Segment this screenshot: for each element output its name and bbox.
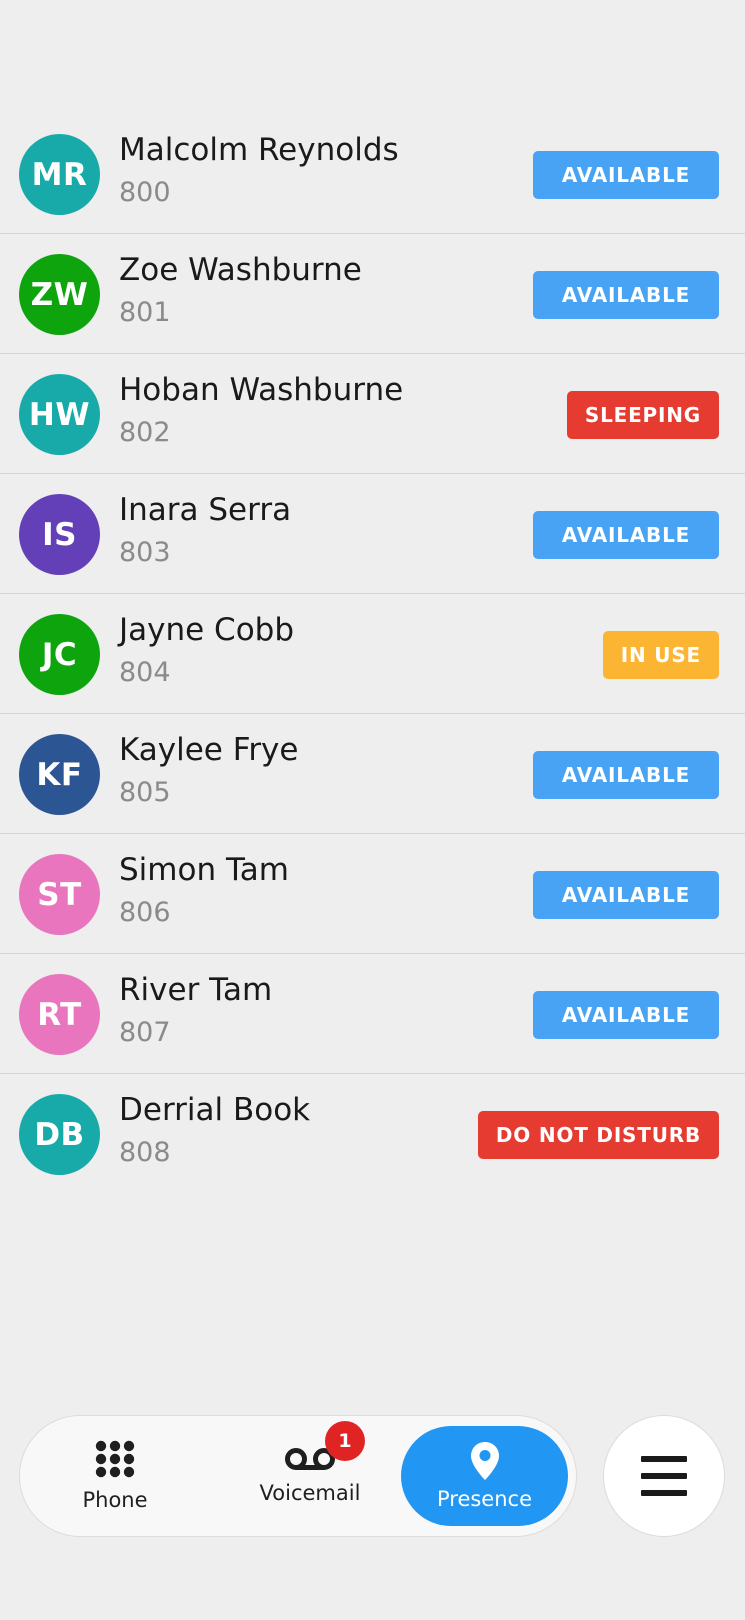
- tab-voicemail-label: Voicemail: [259, 1480, 361, 1505]
- contact-row[interactable]: HW Hoban Washburne 802 SLEEPING: [0, 354, 745, 474]
- avatar: DB: [19, 1094, 100, 1175]
- avatar: ST: [19, 854, 100, 935]
- contact-name: Kaylee Frye: [119, 732, 299, 768]
- contact-list: MR Malcolm Reynolds 800 AVAILABLE ZW Zoe…: [0, 114, 745, 1194]
- tab-voicemail[interactable]: 1 Voicemail: [225, 1416, 395, 1535]
- status-badge: AVAILABLE: [533, 151, 719, 199]
- avatar: RT: [19, 974, 100, 1055]
- contact-extension: 803: [119, 537, 171, 568]
- contact-name: River Tam: [119, 972, 273, 1008]
- status-badge: IN USE: [602, 631, 719, 679]
- avatar: KF: [19, 734, 100, 815]
- contact-name: Simon Tam: [119, 852, 289, 888]
- avatar: JC: [19, 614, 100, 695]
- contact-extension: 802: [119, 417, 171, 448]
- tab-phone[interactable]: Phone: [40, 1416, 190, 1535]
- status-badge: AVAILABLE: [533, 511, 719, 559]
- voicemail-icon-wrap: 1: [285, 1420, 365, 1471]
- contact-name: Zoe Washburne: [119, 252, 362, 288]
- contact-row[interactable]: ST Simon Tam 806 AVAILABLE: [0, 834, 745, 954]
- contact-row[interactable]: KF Kaylee Frye 805 AVAILABLE: [0, 714, 745, 834]
- contact-row[interactable]: RT River Tam 807 AVAILABLE: [0, 954, 745, 1074]
- contact-row[interactable]: IS Inara Serra 803 AVAILABLE: [0, 474, 745, 594]
- bottom-navigation-bar: Phone 1 Voicemail Presence: [19, 1415, 577, 1537]
- tab-phone-label: Phone: [82, 1487, 148, 1512]
- status-badge: AVAILABLE: [533, 751, 719, 799]
- status-badge: SLEEPING: [566, 391, 719, 439]
- avatar: ZW: [19, 254, 100, 335]
- dialpad-icon: [95, 1440, 135, 1477]
- contact-extension: 801: [119, 297, 171, 328]
- avatar: MR: [19, 134, 100, 215]
- contact-extension: 805: [119, 777, 171, 808]
- contact-extension: 808: [119, 1137, 171, 1168]
- hamburger-menu-icon: [641, 1456, 687, 1496]
- contact-extension: 804: [119, 657, 171, 688]
- avatar: IS: [19, 494, 100, 575]
- contact-name: Malcolm Reynolds: [119, 132, 399, 168]
- contact-row[interactable]: JC Jayne Cobb 804 IN USE: [0, 594, 745, 714]
- contact-name: Derrial Book: [119, 1092, 311, 1128]
- contact-row[interactable]: DB Derrial Book 808 DO NOT DISTURB: [0, 1074, 745, 1194]
- contact-extension: 800: [119, 177, 171, 208]
- location-pin-icon: [470, 1442, 499, 1480]
- contact-row[interactable]: ZW Zoe Washburne 801 AVAILABLE: [0, 234, 745, 354]
- status-badge: AVAILABLE: [533, 271, 719, 319]
- status-badge: DO NOT DISTURB: [477, 1111, 719, 1159]
- contact-name: Hoban Washburne: [119, 372, 404, 408]
- status-badge: AVAILABLE: [533, 991, 719, 1039]
- presence-screen: MR Malcolm Reynolds 800 AVAILABLE ZW Zoe…: [0, 0, 745, 1620]
- avatar: HW: [19, 374, 100, 455]
- voicemail-count-badge: 1: [325, 1420, 365, 1461]
- status-badge: AVAILABLE: [533, 871, 719, 919]
- contact-row[interactable]: MR Malcolm Reynolds 800 AVAILABLE: [0, 114, 745, 234]
- contact-name: Inara Serra: [119, 492, 292, 528]
- menu-button[interactable]: [603, 1415, 725, 1537]
- contact-extension: 807: [119, 1017, 171, 1048]
- tab-presence[interactable]: Presence: [401, 1426, 568, 1526]
- contact-name: Jayne Cobb: [119, 612, 295, 648]
- contact-extension: 806: [119, 897, 171, 928]
- tab-presence-label: Presence: [436, 1487, 533, 1511]
